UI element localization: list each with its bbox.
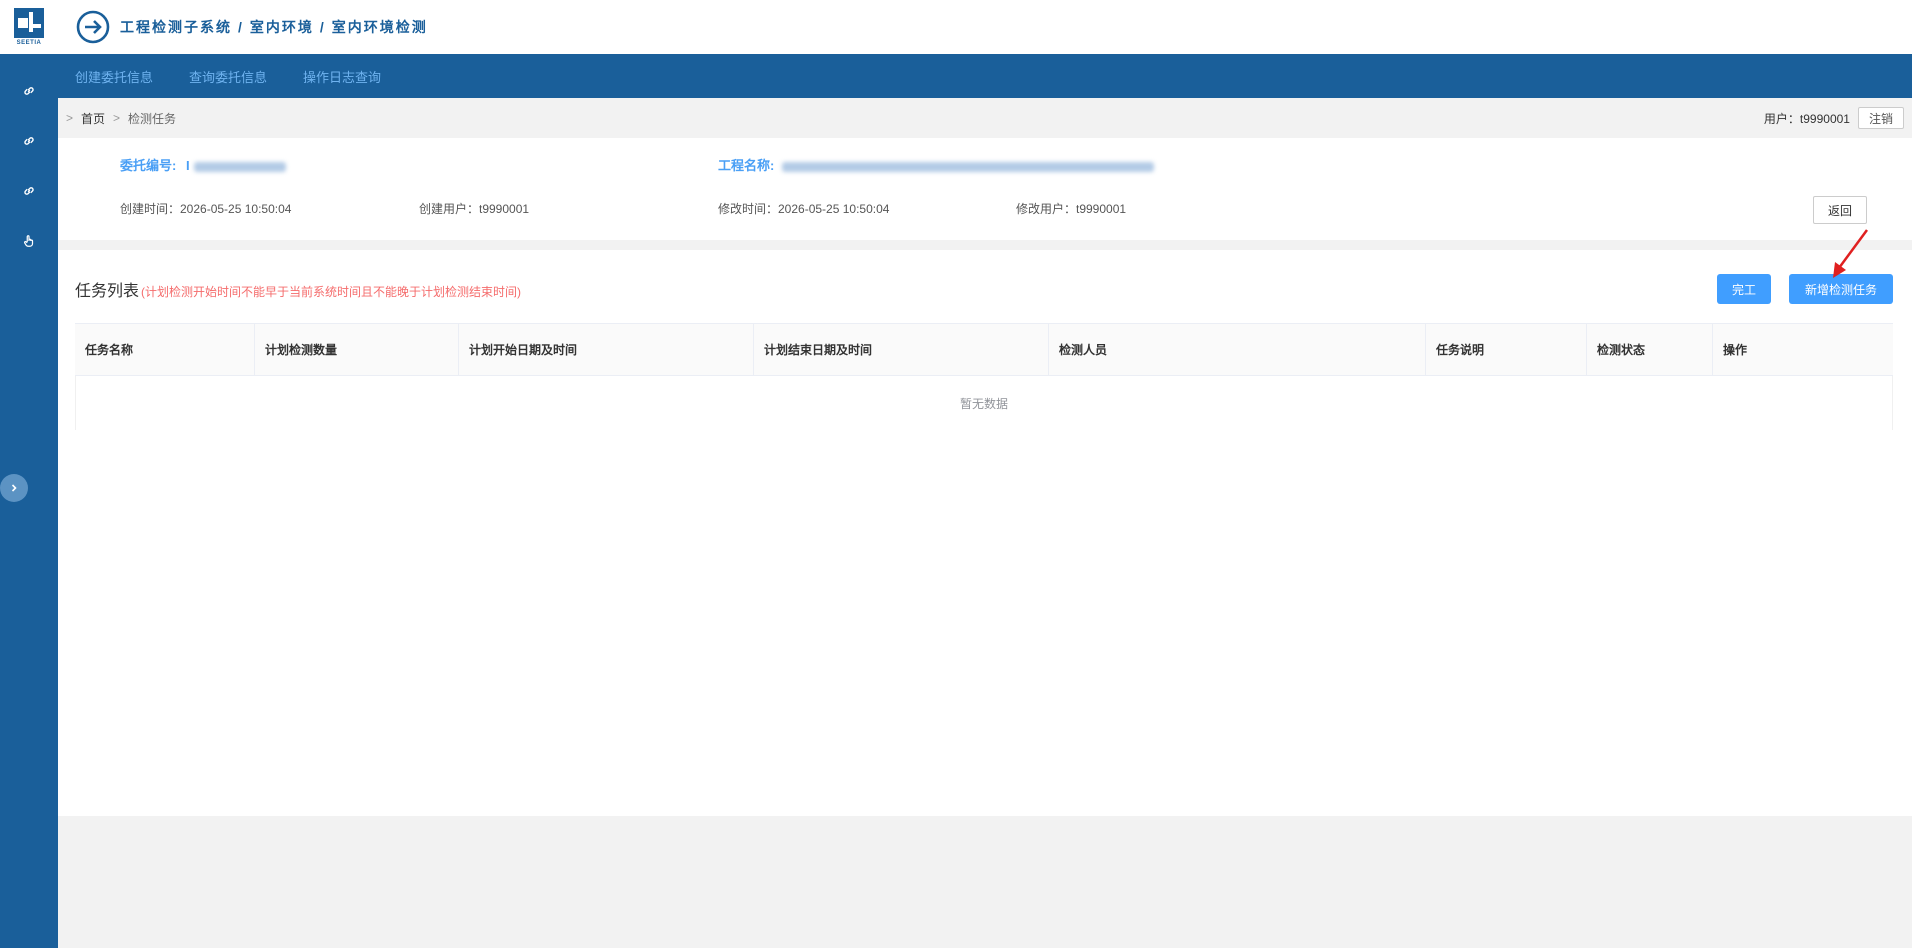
logout-button[interactable]: 注销: [1857, 107, 1904, 129]
sidebar-collapse-button[interactable]: [0, 474, 28, 502]
modified-time: 修改时间：2026-05-25 10:50:04: [718, 202, 890, 216]
task-table: 任务名称 计划检测数量 计划开始日期及时间 计划结束日期及时间 检测人员 任务说…: [75, 323, 1893, 430]
project-name: 工程名称:: [718, 155, 1155, 174]
column-header: 任务名称: [75, 324, 255, 375]
task-list-title: 任务列表: [75, 283, 140, 300]
menu-create-entrust[interactable]: 创建委托信息: [75, 67, 153, 86]
column-header: 计划开始日期及时间: [459, 324, 754, 375]
breadcrumb-current: 检测任务: [128, 111, 177, 126]
menu-query-entrust[interactable]: 查询委托信息: [189, 67, 267, 86]
top-header: 工程检测子系统 / 室内环境 / 室内环境检测: [58, 0, 1912, 54]
redacted-value: [193, 161, 286, 172]
breadcrumb-home[interactable]: 首页: [81, 110, 105, 127]
redacted-value: [782, 161, 1155, 172]
arrow-right-circle-icon: [76, 10, 110, 44]
modified-user: 修改用户：t9990001: [1016, 202, 1127, 216]
system-breadcrumb: 工程检测子系统 / 室内环境 / 室内环境检测: [120, 17, 428, 37]
entrust-info-panel: 委托编号: I 工程名称: 创建时间：2026-05-25 10:50:04 创…: [58, 138, 1912, 240]
link-icon[interactable]: [0, 116, 58, 166]
annotation-arrow-icon: [1833, 229, 1869, 278]
created-user: 创建用户：t9990001: [419, 202, 530, 216]
crumb-module: 室内环境检测: [331, 19, 428, 35]
crumb-separator: /: [319, 19, 326, 35]
column-header: 计划检测数量: [255, 324, 459, 375]
column-header: 检测状态: [1587, 324, 1713, 375]
crumb-system: 工程检测子系统: [120, 19, 232, 35]
back-button[interactable]: 返回: [1813, 196, 1867, 224]
logo: SEETIA: [0, 0, 58, 54]
task-list-hint: (计划检测开始时间不能早于当前系统时间且不能晚于计划检测结束时间): [141, 285, 522, 299]
entrust-no: 委托编号: I: [120, 155, 286, 174]
hand-pointer-icon[interactable]: [0, 216, 58, 266]
column-header: 任务说明: [1426, 324, 1587, 375]
column-header: 计划结束日期及时间: [754, 324, 1049, 375]
project-name-label: 工程名称:: [718, 158, 775, 173]
task-list-panel: 任务列表 (计划检测开始时间不能早于当前系统时间且不能晚于计划检测结束时间) 完工…: [58, 250, 1912, 816]
user-box: 用户：t9990001 注销: [1764, 107, 1904, 129]
menu-bar: 创建委托信息 查询委托信息 操作日志查询: [58, 54, 1912, 98]
empty-state: 暂无数据: [75, 376, 1893, 430]
breadcrumb-separator: >: [113, 111, 121, 125]
link-icon[interactable]: [0, 166, 58, 216]
created-time: 创建时间：2026-05-25 10:50:04: [120, 202, 292, 216]
breadcrumb: > 首页 > 检测任务 用户：t9990001 注销: [58, 98, 1912, 138]
entrust-no-value: I: [185, 158, 190, 173]
logo-text: SEETIA: [16, 40, 42, 46]
link-icon[interactable]: [0, 66, 58, 116]
column-header: 检测人员: [1049, 324, 1426, 375]
crumb-separator: /: [238, 19, 244, 35]
sidebar-icons: [0, 66, 58, 266]
complete-button[interactable]: 完工: [1717, 274, 1771, 304]
crumb-category: 室内环境: [249, 19, 314, 35]
user-label: 用户：t9990001: [1763, 111, 1850, 126]
logo-mark: [14, 8, 44, 38]
chevron-right-icon: [9, 481, 19, 496]
task-list-heading: 任务列表 (计划检测开始时间不能早于当前系统时间且不能晚于计划检测结束时间): [75, 277, 521, 301]
menu-operation-log[interactable]: 操作日志查询: [303, 67, 381, 86]
breadcrumb-prefix: >: [66, 111, 74, 125]
column-header: 操作: [1723, 343, 1748, 357]
entrust-no-label: 委托编号:: [120, 158, 177, 173]
table-header: 任务名称 计划检测数量 计划开始日期及时间 计划结束日期及时间 检测人员 任务说…: [75, 323, 1893, 376]
